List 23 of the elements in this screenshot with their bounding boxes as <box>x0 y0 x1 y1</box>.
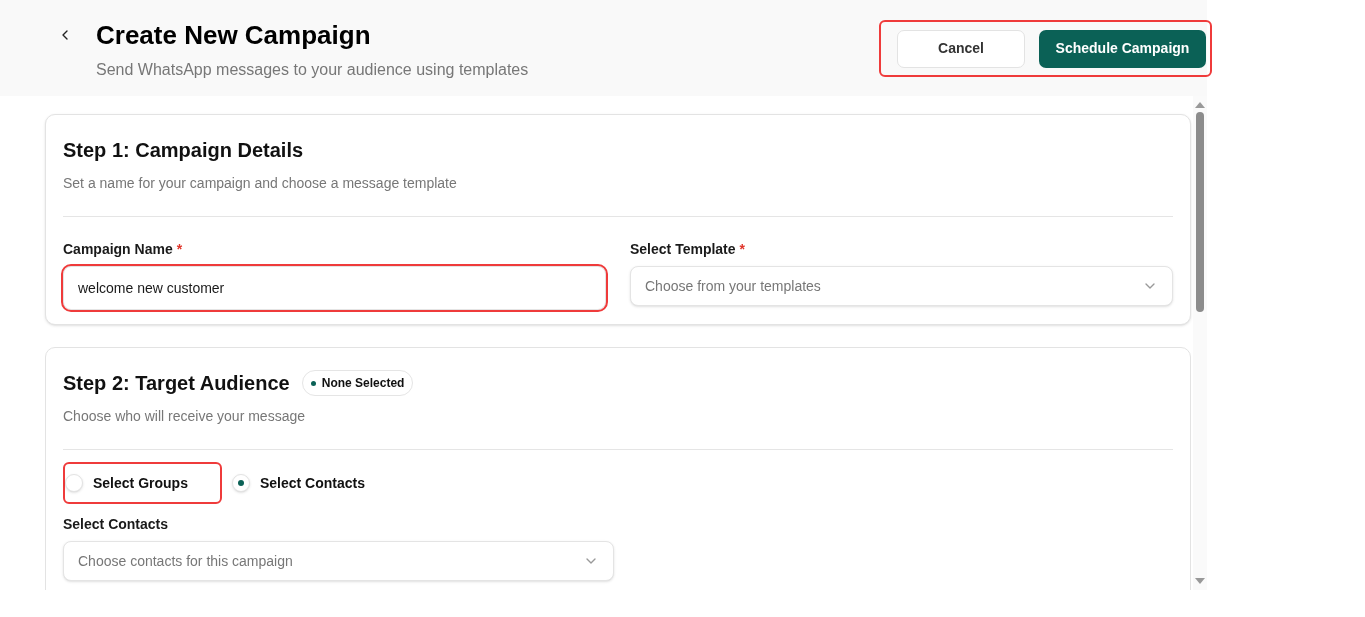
radio-option[interactable]: Select Contacts <box>229 462 399 504</box>
schedule-button[interactable]: Schedule Campaign <box>1039 29 1206 68</box>
step-title: Step 1: Campaign Details <box>63 138 304 163</box>
field-label: Select Contacts <box>63 515 169 534</box>
step-title: Step 2: Target Audience <box>63 371 290 396</box>
page-subtitle: Send WhatsApp messages to your audience using templates <box>96 60 529 80</box>
step-subtitle: Choose who will receive your message <box>63 407 306 426</box>
cancel-button[interactable]: Cancel <box>897 29 1025 68</box>
scroll-thumb[interactable] <box>1196 112 1204 312</box>
select-field[interactable]: Choose from your templates <box>630 266 1173 306</box>
field-label: Campaign Name <box>63 240 173 259</box>
page-title: Create New Campaign <box>96 20 372 50</box>
required-mark: * <box>739 240 745 259</box>
field-label: Select Template <box>630 240 736 259</box>
scroll-down-icon <box>1195 578 1205 584</box>
required-mark: * <box>176 240 183 259</box>
radio-icon <box>231 474 250 492</box>
text-field[interactable]: welcome new customer <box>63 266 606 310</box>
radio-icon <box>65 474 83 492</box>
scrollbar[interactable] <box>1193 96 1207 590</box>
step-subtitle: Set a name for your campaign and choose a message template <box>63 174 458 193</box>
select-field[interactable]: Choose contacts for this campaign <box>63 541 614 581</box>
radio-option[interactable]: Select Groups <box>63 462 222 504</box>
